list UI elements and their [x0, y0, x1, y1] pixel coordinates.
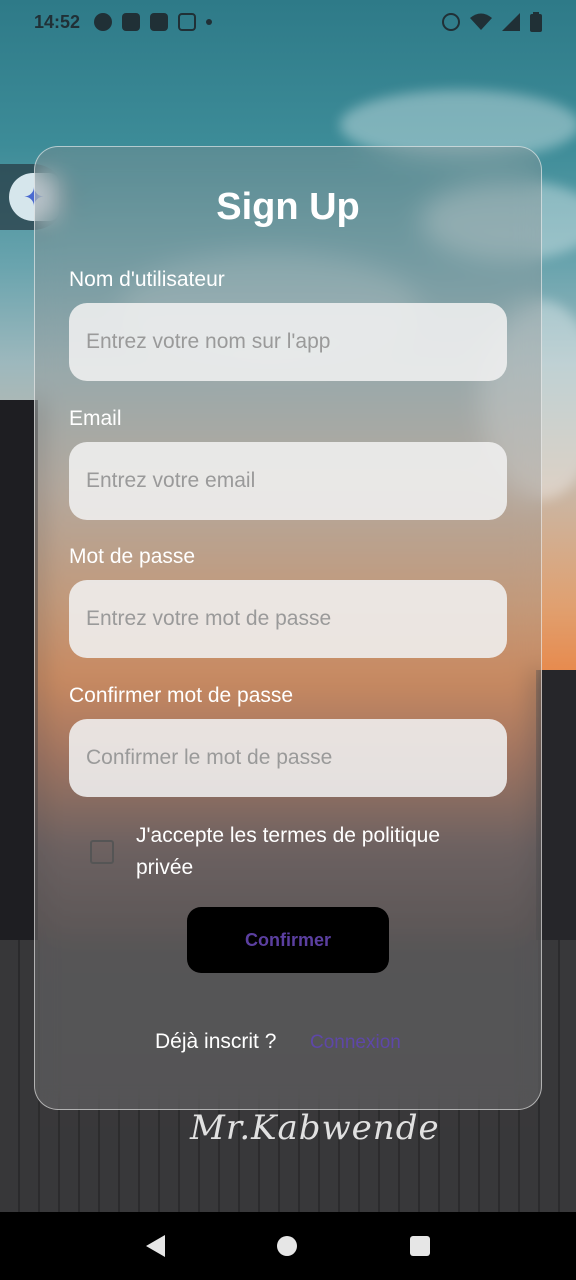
password-label: Mot de passe: [69, 545, 196, 568]
battery-icon: [530, 12, 542, 32]
back-icon[interactable]: [146, 1235, 166, 1257]
status-time: 14:52: [34, 11, 81, 32]
facebook-icon: [150, 13, 169, 31]
confirm-password-input[interactable]: [69, 719, 507, 797]
signature-watermark: Mr.Kabwende: [190, 1108, 440, 1148]
whatsapp-icon: [94, 13, 113, 31]
status-bar: 14:52: [0, 0, 576, 44]
terms-label: J'accepte les termes de politique privée: [136, 824, 441, 879]
already-registered-text: Déjà inscrit ?: [155, 1030, 277, 1053]
instagram-icon: [178, 13, 197, 31]
username-label: Nom d'utilisateur: [69, 268, 225, 291]
login-link[interactable]: Connexion: [310, 1032, 401, 1054]
confirm-password-label: Confirmer mot de passe: [69, 684, 294, 707]
signal-icon: [502, 13, 520, 31]
dot-icon: [206, 19, 213, 25]
password-input[interactable]: [69, 580, 507, 658]
email-label: Email: [69, 407, 122, 430]
wifi-icon: [470, 13, 492, 30]
facebook-icon: [122, 13, 141, 31]
recents-icon[interactable]: [409, 1236, 430, 1256]
mute-icon: [442, 13, 460, 31]
confirm-button[interactable]: Confirmer: [187, 907, 389, 973]
terms-checkbox[interactable]: [90, 840, 114, 864]
page-title: Sign Up: [216, 186, 360, 228]
home-icon[interactable]: [277, 1236, 298, 1256]
email-input[interactable]: [69, 442, 507, 520]
navigation-bar: [0, 1212, 576, 1280]
username-input[interactable]: [69, 303, 507, 381]
